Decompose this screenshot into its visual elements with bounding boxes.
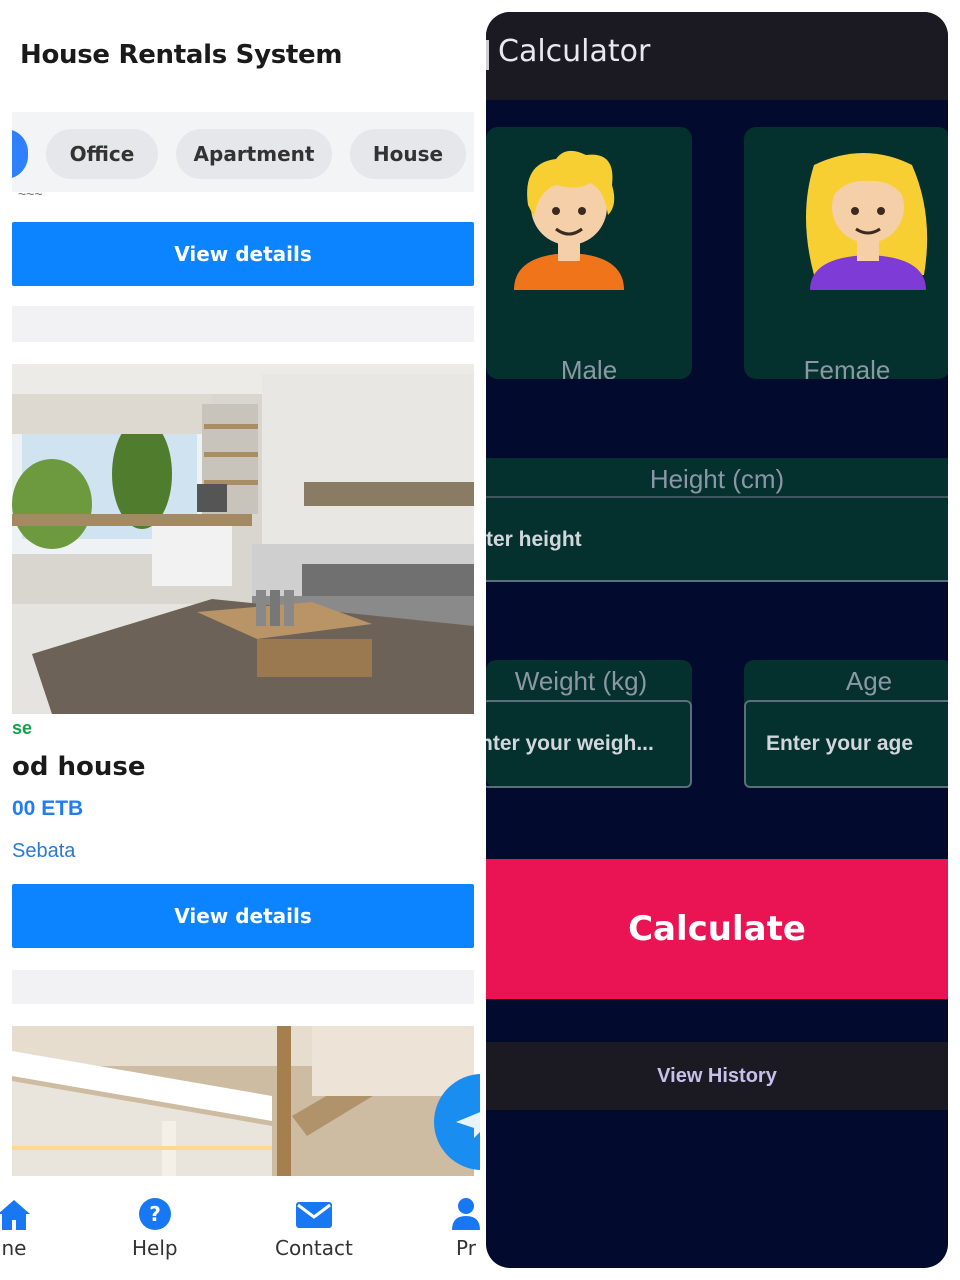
height-input[interactable]: ter height bbox=[486, 528, 582, 552]
property-photo[interactable] bbox=[12, 1026, 474, 1176]
nav-contact-label: Contact bbox=[275, 1236, 353, 1260]
age-section: Age Enter your age bbox=[744, 660, 948, 788]
chip-office[interactable]: Office bbox=[46, 129, 158, 179]
calculator-screen: Calculator Male Female Height (cm) ter h… bbox=[486, 12, 948, 1268]
weight-label: Weight (kg) bbox=[514, 666, 648, 696]
chip-apartment[interactable]: Apartment bbox=[176, 129, 332, 179]
nav-help-label: Help bbox=[132, 1236, 178, 1260]
female-card[interactable]: Female bbox=[744, 127, 948, 379]
nav-profile-label: Pr bbox=[456, 1236, 476, 1260]
age-input[interactable]: Enter your age bbox=[766, 732, 913, 756]
nav-profile[interactable]: Pr bbox=[448, 1196, 480, 1260]
property-name: od house bbox=[12, 752, 146, 782]
male-card[interactable]: Male bbox=[486, 127, 692, 379]
height-input-underline bbox=[486, 496, 948, 498]
property-location: Sebata bbox=[12, 840, 76, 862]
weight-section: Weight (kg) nter your weigh... bbox=[486, 660, 692, 788]
calculate-button[interactable]: Calculate bbox=[486, 859, 948, 999]
height-label: Height (cm) bbox=[649, 464, 785, 494]
view-history-button[interactable]: View History bbox=[486, 1042, 948, 1110]
house-rentals-screen: House Rentals System Office Apartment Ho… bbox=[0, 0, 480, 1280]
telegram-fab-button[interactable] bbox=[434, 1074, 480, 1170]
weight-input[interactable]: nter your weigh... bbox=[486, 732, 654, 756]
view-details-button[interactable]: View details bbox=[12, 884, 474, 948]
home-icon bbox=[0, 1200, 30, 1230]
profile-icon bbox=[452, 1198, 480, 1230]
nav-help[interactable]: ? Help bbox=[132, 1196, 178, 1260]
card-separator bbox=[12, 306, 474, 342]
nav-contact[interactable]: Contact bbox=[275, 1196, 353, 1260]
chip-house[interactable]: House bbox=[350, 129, 466, 179]
nav-home[interactable]: ne bbox=[0, 1196, 32, 1260]
calculator-title: Calculator bbox=[498, 34, 651, 69]
calculator-app-bar: Calculator bbox=[486, 12, 948, 100]
bottom-navigation: ne ? Help Contact Pr bbox=[0, 1176, 480, 1280]
property-price: 00 ETB bbox=[12, 797, 84, 820]
age-label: Age bbox=[845, 666, 893, 696]
title-edge bbox=[486, 40, 489, 70]
svg-text:?: ? bbox=[149, 1202, 161, 1226]
category-filter-bar[interactable]: Office Apartment House bbox=[12, 112, 474, 192]
mail-icon bbox=[295, 1202, 332, 1228]
nav-home-label: ne bbox=[1, 1236, 27, 1260]
app-title: House Rentals System bbox=[20, 40, 343, 70]
male-label: Male bbox=[560, 355, 618, 379]
clipped-text: ~~~ bbox=[18, 186, 43, 202]
card-separator bbox=[12, 970, 474, 1004]
height-section: Height (cm) ter height bbox=[486, 458, 948, 582]
female-label: Female bbox=[803, 355, 891, 379]
property-photo[interactable] bbox=[12, 364, 474, 714]
view-details-button[interactable]: View details bbox=[12, 222, 474, 286]
property-type-tag: se bbox=[12, 718, 33, 738]
chip-active-partial[interactable] bbox=[12, 129, 28, 179]
woman-emoji-icon bbox=[806, 153, 928, 290]
help-icon: ? bbox=[138, 1198, 171, 1230]
telegram-icon bbox=[456, 1112, 480, 1138]
person-emoji-icon bbox=[514, 150, 624, 290]
